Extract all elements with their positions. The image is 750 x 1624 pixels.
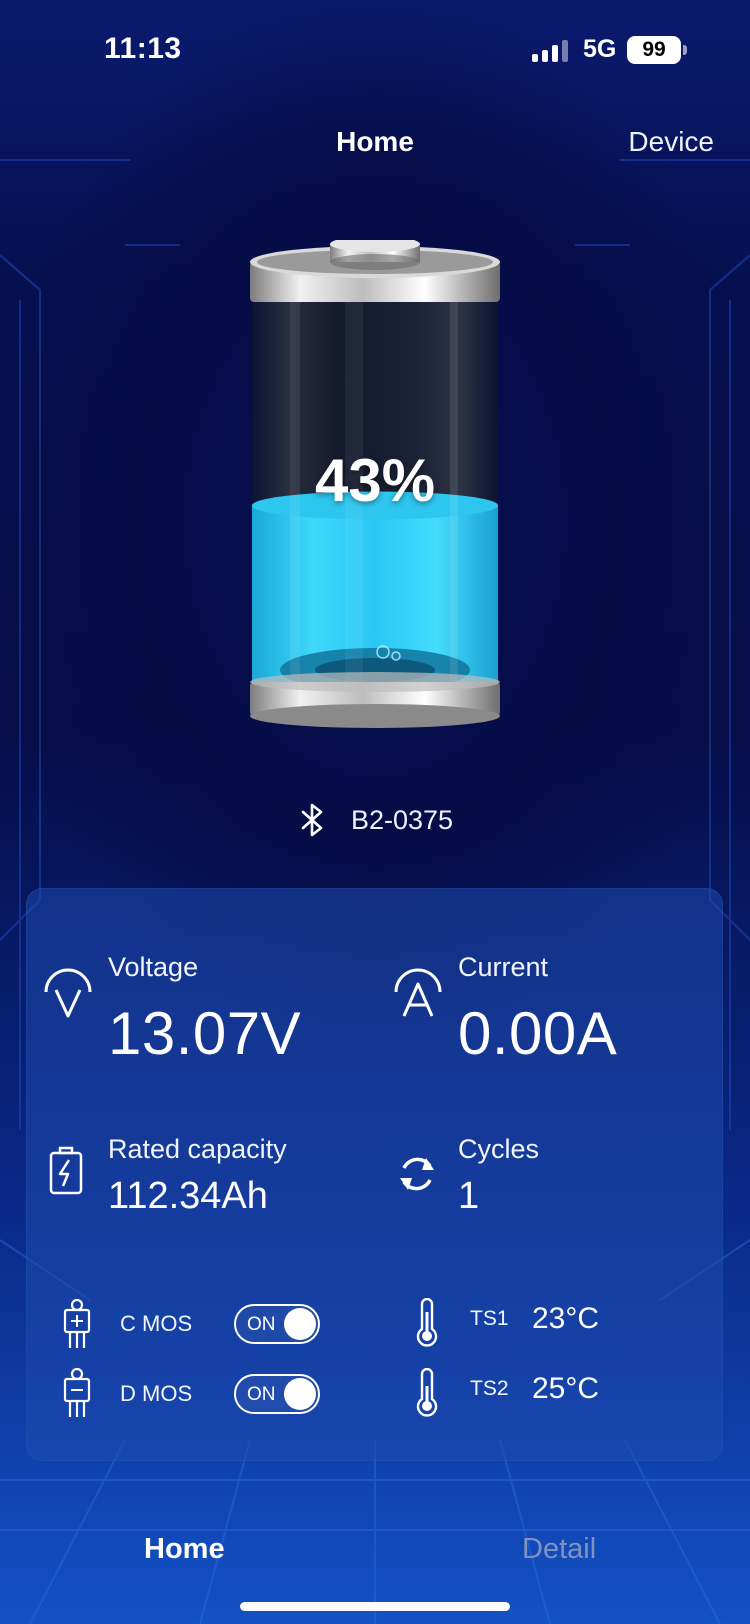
rated-capacity-value: 112.34Ah [108, 1175, 268, 1217]
c-mos-row: C MOS ON [120, 1304, 320, 1344]
home-indicator [240, 1602, 510, 1611]
tab-home[interactable]: Home [144, 1533, 225, 1566]
thermometer-icon [416, 1298, 438, 1347]
network-type: 5G [583, 35, 617, 63]
cycles-metric: Cycles 1 [458, 1134, 539, 1218]
cycles-value: 1 [458, 1175, 480, 1217]
cycles-label: Cycles [458, 1134, 540, 1164]
status-time: 11:13 [104, 32, 182, 65]
ts1-label: TS1 [470, 1307, 509, 1330]
d-mos-row: D MOS ON [120, 1374, 320, 1414]
d-mos-toggle[interactable]: ON [234, 1374, 320, 1414]
thermometer-icon [416, 1368, 438, 1417]
d-mos-toggle-state: ON [247, 1384, 276, 1405]
d-mos-toggle-knob [284, 1378, 316, 1410]
device-nav-button[interactable]: Device [628, 126, 714, 158]
current-gauge-icon [394, 968, 442, 1017]
cellular-signal-icon [532, 40, 570, 62]
current-metric: Current 0.00A [458, 952, 617, 1068]
c-mos-toggle-state: ON [247, 1314, 276, 1335]
ts1-value: 23°C [532, 1302, 600, 1335]
current-value: 0.00A [458, 1000, 618, 1067]
voltage-metric: Voltage 13.07V [108, 952, 301, 1068]
bluetooth-icon [301, 803, 323, 837]
ts1-row: TS1 23°C [470, 1302, 599, 1336]
device-name: B2-0375 [350, 804, 454, 835]
rated-capacity-metric: Rated capacity 112.34Ah [108, 1134, 287, 1218]
c-mos-toggle-knob [284, 1308, 316, 1340]
status-battery-icon: 99 [627, 36, 681, 64]
battery-info-panel: Voltage 13.07V Current 0.00A Rated capac… [26, 888, 723, 1461]
status-battery-nub [683, 45, 687, 55]
tab-detail[interactable]: Detail [522, 1533, 596, 1566]
rated-capacity-label: Rated capacity [108, 1134, 287, 1164]
connected-device[interactable]: B2-0375 [0, 800, 750, 840]
refresh-cycle-icon [400, 1157, 434, 1191]
current-label: Current [458, 952, 549, 982]
ts2-label: TS2 [470, 1377, 509, 1400]
voltage-label: Voltage [108, 952, 199, 982]
c-mos-label: C MOS [120, 1311, 193, 1336]
mosfet-icon [63, 1367, 91, 1417]
ts2-row: TS2 25°C [470, 1372, 599, 1406]
c-mos-toggle[interactable]: ON [234, 1304, 320, 1344]
battery-charge-icon [49, 1146, 83, 1195]
d-mos-label: D MOS [120, 1381, 193, 1406]
voltage-value: 13.07V [108, 1000, 302, 1067]
ts2-value: 25°C [532, 1372, 600, 1405]
mosfet-icon [63, 1298, 91, 1348]
state-of-charge-percent: 43% [314, 447, 436, 514]
voltage-gauge-icon [44, 968, 92, 1018]
status-bar: 11:13 5G 99 [0, 0, 750, 100]
